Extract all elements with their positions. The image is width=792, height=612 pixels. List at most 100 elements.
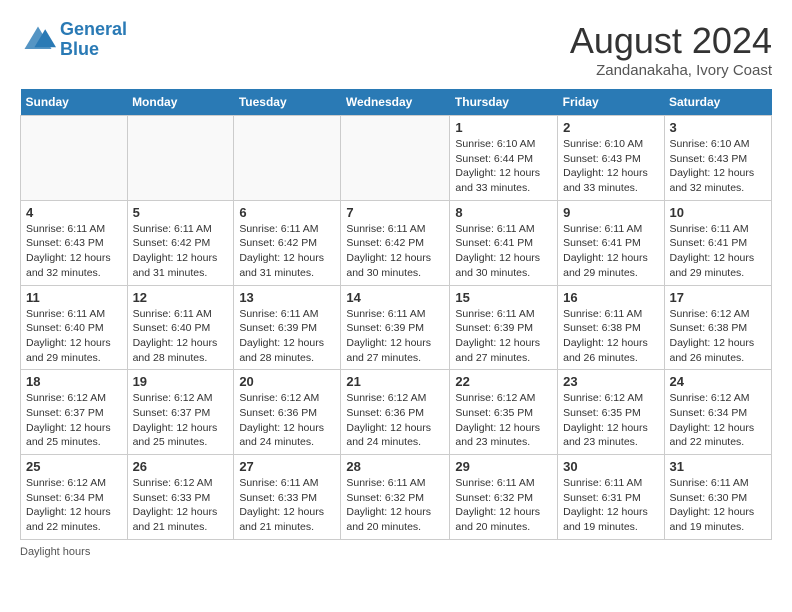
calendar-day-cell: 27Sunrise: 6:11 AMSunset: 6:33 PMDayligh… [234, 455, 341, 540]
calendar-day-cell: 20 Sunrise: 6:12 AMSunset: 6:36 PMDayligh… [234, 370, 341, 455]
day-number: 1 [455, 120, 552, 135]
logo-icon [20, 22, 56, 58]
day-info: Sunrise: 6:11 AMSunset: 6:41 PMDaylight:… [563, 222, 658, 281]
calendar-day-cell: 16 Sunrise: 6:11 AMSunset: 6:38 PMDayligh… [558, 285, 664, 370]
day-number: 16 [563, 290, 658, 305]
day-info: Sunrise: 6:11 AMSunset: 6:40 PMDaylight:… [26, 307, 122, 366]
day-info: Sunrise: 6:11 AMSunset: 6:32 PMDaylight:… [455, 476, 552, 535]
footer: Daylight hours [20, 546, 772, 558]
calendar-day-cell: 28 Sunrise: 6:11 AMSunset: 6:32 PMDayligh… [341, 455, 450, 540]
day-number: 19 [133, 374, 229, 389]
day-number: 25 [26, 459, 122, 474]
day-of-week-header: Monday [127, 89, 234, 116]
calendar-day-cell: 29 Sunrise: 6:11 AMSunset: 6:32 PMDayligh… [450, 455, 558, 540]
day-info: Sunrise: 6:11 AMSunset: 6:43 PMDaylight:… [26, 222, 122, 281]
page-header: General Blue August 2024 Zandanakaha, Iv… [20, 20, 772, 79]
calendar-day-cell: 21 Sunrise: 6:12 AMSunset: 6:36 PMDayligh… [341, 370, 450, 455]
day-number: 4 [26, 205, 122, 220]
day-number: 30 [563, 459, 658, 474]
day-info: Sunrise: 6:11 AMSunset: 6:42 PMDaylight:… [346, 222, 444, 281]
calendar-day-cell: 13 Sunrise: 6:11 AMSunset: 6:39 PMDayligh… [234, 285, 341, 370]
calendar-day-cell: 8Sunrise: 6:11 AMSunset: 6:41 PMDaylight… [450, 200, 558, 285]
day-number: 28 [346, 459, 444, 474]
day-number: 5 [133, 205, 229, 220]
day-of-week-header: Saturday [664, 89, 772, 116]
day-number: 15 [455, 290, 552, 305]
calendar-day-cell: 9 Sunrise: 6:11 AMSunset: 6:41 PMDaylight… [558, 200, 664, 285]
calendar-day-cell: 4 Sunrise: 6:11 AMSunset: 6:43 PMDaylight… [21, 200, 128, 285]
day-info: Sunrise: 6:11 AMSunset: 6:42 PMDaylight:… [239, 222, 335, 281]
day-info: Sunrise: 6:11 AMSunset: 6:30 PMDaylight:… [670, 476, 767, 535]
day-info: Sunrise: 6:12 AMSunset: 6:37 PMDaylight:… [26, 391, 122, 450]
calendar-week-row: 11 Sunrise: 6:11 AMSunset: 6:40 PMDayligh… [21, 285, 772, 370]
day-of-week-header: Sunday [21, 89, 128, 116]
day-number: 8 [455, 205, 552, 220]
day-number: 24 [670, 374, 767, 389]
day-info: Sunrise: 6:11 AMSunset: 6:31 PMDaylight:… [563, 476, 658, 535]
logo-line1: General [60, 19, 127, 39]
day-number: 7 [346, 205, 444, 220]
calendar-day-cell: 1 Sunrise: 6:10 AMSunset: 6:44 PMDaylight… [450, 116, 558, 201]
day-number: 31 [670, 459, 767, 474]
day-number: 11 [26, 290, 122, 305]
day-of-week-header: Wednesday [341, 89, 450, 116]
calendar-week-row: 25 Sunrise: 6:12 AMSunset: 6:34 PMDayligh… [21, 455, 772, 540]
title-block: August 2024 Zandanakaha, Ivory Coast [570, 20, 772, 79]
day-info: Sunrise: 6:12 AMSunset: 6:36 PMDaylight:… [346, 391, 444, 450]
day-number: 2 [563, 120, 658, 135]
location: Zandanakaha, Ivory Coast [570, 62, 772, 79]
calendar-day-cell: 25 Sunrise: 6:12 AMSunset: 6:34 PMDayligh… [21, 455, 128, 540]
day-info: Sunrise: 6:12 AMSunset: 6:34 PMDaylight:… [670, 391, 767, 450]
day-info: Sunrise: 6:12 AMSunset: 6:37 PMDaylight:… [133, 391, 229, 450]
day-info: Sunrise: 6:12 AMSunset: 6:35 PMDaylight:… [455, 391, 552, 450]
calendar-day-cell: 18Sunrise: 6:12 AMSunset: 6:37 PMDayligh… [21, 370, 128, 455]
footer-text: Daylight hours [20, 546, 90, 558]
day-number: 9 [563, 205, 658, 220]
day-number: 17 [670, 290, 767, 305]
calendar-day-cell: 7 Sunrise: 6:11 AMSunset: 6:42 PMDaylight… [341, 200, 450, 285]
day-number: 21 [346, 374, 444, 389]
calendar-day-cell: 12Sunrise: 6:11 AMSunset: 6:40 PMDayligh… [127, 285, 234, 370]
calendar-day-cell: 17 Sunrise: 6:12 AMSunset: 6:38 PMDayligh… [664, 285, 772, 370]
calendar-week-row: 18Sunrise: 6:12 AMSunset: 6:37 PMDayligh… [21, 370, 772, 455]
day-number: 13 [239, 290, 335, 305]
calendar-day-cell: 19 Sunrise: 6:12 AMSunset: 6:37 PMDayligh… [127, 370, 234, 455]
calendar-week-row: 1 Sunrise: 6:10 AMSunset: 6:44 PMDaylight… [21, 116, 772, 201]
calendar-day-cell: 31 Sunrise: 6:11 AMSunset: 6:30 PMDayligh… [664, 455, 772, 540]
day-info: Sunrise: 6:12 AMSunset: 6:38 PMDaylight:… [670, 307, 767, 366]
calendar-day-cell: 23Sunrise: 6:12 AMSunset: 6:35 PMDayligh… [558, 370, 664, 455]
day-number: 26 [133, 459, 229, 474]
day-info: Sunrise: 6:11 AMSunset: 6:38 PMDaylight:… [563, 307, 658, 366]
calendar-day-cell [234, 116, 341, 201]
day-info: Sunrise: 6:10 AMSunset: 6:43 PMDaylight:… [563, 137, 658, 196]
day-info: Sunrise: 6:11 AMSunset: 6:32 PMDaylight:… [346, 476, 444, 535]
day-info: Sunrise: 6:12 AMSunset: 6:34 PMDaylight:… [26, 476, 122, 535]
logo-text: General Blue [60, 20, 127, 60]
day-info: Sunrise: 6:12 AMSunset: 6:35 PMDaylight:… [563, 391, 658, 450]
calendar-header-row: SundayMondayTuesdayWednesdayThursdayFrid… [21, 89, 772, 116]
day-info: Sunrise: 6:11 AMSunset: 6:40 PMDaylight:… [133, 307, 229, 366]
day-info: Sunrise: 6:11 AMSunset: 6:42 PMDaylight:… [133, 222, 229, 281]
day-number: 20 [239, 374, 335, 389]
day-number: 10 [670, 205, 767, 220]
day-of-week-header: Thursday [450, 89, 558, 116]
calendar-day-cell: 22 Sunrise: 6:12 AMSunset: 6:35 PMDayligh… [450, 370, 558, 455]
calendar-day-cell: 30 Sunrise: 6:11 AMSunset: 6:31 PMDayligh… [558, 455, 664, 540]
day-of-week-header: Friday [558, 89, 664, 116]
day-info: Sunrise: 6:11 AMSunset: 6:39 PMDaylight:… [455, 307, 552, 366]
calendar-day-cell [341, 116, 450, 201]
day-number: 29 [455, 459, 552, 474]
calendar-day-cell: 5 Sunrise: 6:11 AMSunset: 6:42 PMDaylight… [127, 200, 234, 285]
day-info: Sunrise: 6:12 AMSunset: 6:33 PMDaylight:… [133, 476, 229, 535]
day-info: Sunrise: 6:10 AMSunset: 6:44 PMDaylight:… [455, 137, 552, 196]
day-number: 22 [455, 374, 552, 389]
calendar-body: 1 Sunrise: 6:10 AMSunset: 6:44 PMDaylight… [21, 116, 772, 540]
calendar-day-cell: 6Sunrise: 6:11 AMSunset: 6:42 PMDaylight… [234, 200, 341, 285]
day-info: Sunrise: 6:11 AMSunset: 6:39 PMDaylight:… [239, 307, 335, 366]
day-info: Sunrise: 6:12 AMSunset: 6:36 PMDaylight:… [239, 391, 335, 450]
calendar-day-cell [127, 116, 234, 201]
day-info: Sunrise: 6:11 AMSunset: 6:41 PMDaylight:… [670, 222, 767, 281]
calendar-table: SundayMondayTuesdayWednesdayThursdayFrid… [20, 89, 772, 540]
logo: General Blue [20, 20, 127, 60]
calendar-day-cell: 3Sunrise: 6:10 AMSunset: 6:43 PMDaylight… [664, 116, 772, 201]
